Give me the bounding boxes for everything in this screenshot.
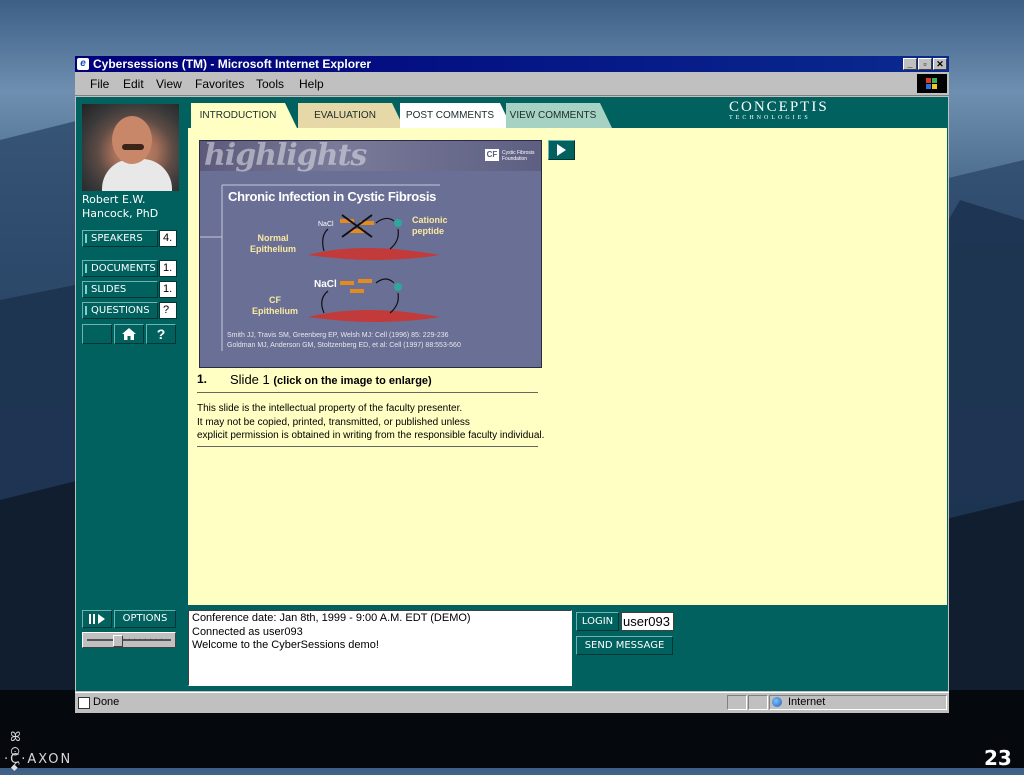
menu-favorites[interactable]: Favorites: [195, 77, 244, 91]
speakers-count: 4.: [159, 230, 177, 247]
sidebar-icon-row: ?: [82, 324, 178, 344]
questions-count: ?: [159, 302, 177, 319]
message-line: Welcome to the CyberSessions demo!: [192, 639, 379, 651]
login-button[interactable]: LOGIN: [576, 612, 619, 631]
internet-explorer-icon: e: [77, 58, 89, 70]
copyright-notice: This slide is the intellectual property …: [197, 403, 545, 441]
pause-play-button[interactable]: [82, 610, 112, 628]
divider: [197, 392, 538, 393]
globe-icon: [772, 697, 782, 707]
message-log: Conference date: Jan 8th, 1999 - 9:00 A.…: [188, 610, 572, 686]
documents-button[interactable]: DOCUMENTS: [82, 260, 158, 277]
next-slide-button[interactable]: [548, 140, 575, 160]
slide-image[interactable]: highlights CF Cystic Fibrosis Foundation: [199, 140, 542, 368]
title-bar: e Cybersessions (TM) - Microsoft Interne…: [75, 56, 949, 72]
message-line: Conference date: Jan 8th, 1999 - 9:00 A.…: [192, 612, 471, 624]
browser-window: e Cybersessions (TM) - Microsoft Interne…: [75, 56, 949, 713]
page-icon: [78, 697, 90, 709]
menu-bar: File Edit View Favorites Tools Help: [75, 73, 949, 96]
menu-tools[interactable]: Tools: [256, 77, 284, 91]
conceptis-logo: CONCEPTIS TECHNOLOGIES: [729, 99, 829, 122]
username-field[interactable]: user093: [621, 612, 674, 631]
windows-logo-icon: [917, 74, 947, 93]
slide-enlarge-hint: (click on the image to enlarge): [273, 375, 432, 387]
documents-count: 1.: [159, 260, 177, 277]
divider: [197, 446, 538, 447]
zone-text: Internet: [788, 696, 826, 708]
maximize-button[interactable]: ▫: [918, 58, 932, 70]
tab-evaluation[interactable]: EVALUATION: [298, 103, 404, 128]
slides-count: 1.: [159, 281, 177, 298]
menu-view[interactable]: View: [156, 77, 182, 91]
status-segment: [727, 695, 747, 710]
tab-introduction[interactable]: INTRODUCTION: [191, 103, 297, 128]
sidebar: Robert E.W. Hancock, PhD SPEAKERS 4. DOC…: [76, 97, 188, 605]
close-button[interactable]: ✕: [933, 58, 947, 70]
slide-caption: 1. Slide 1 (click on the image to enlarg…: [197, 372, 432, 387]
slide-references: Smith JJ, Travis SM, Greenberg EP, Welsh…: [227, 332, 461, 349]
slide-normal-label: Normal Epithelium: [250, 233, 297, 254]
slides-button[interactable]: SLIDES: [82, 281, 158, 298]
status-text: Done: [93, 696, 120, 708]
menu-file[interactable]: File: [90, 77, 109, 91]
slide-page-number: 23: [984, 746, 1012, 770]
help-icon[interactable]: ?: [146, 324, 176, 344]
options-button[interactable]: OPTIONS: [114, 610, 176, 628]
tab-bar: INTRODUCTION EVALUATION POST COMMENTS VI…: [188, 97, 947, 128]
speaker-photo: [82, 104, 179, 191]
volume-slider[interactable]: ········: [82, 632, 176, 648]
slide-nacl-small: NaCl: [318, 221, 334, 228]
send-message-button[interactable]: SEND MESSAGE: [576, 636, 673, 655]
status-bar: Done Internet: [75, 692, 949, 713]
window-title: Cybersessions (TM) - Microsoft Internet …: [93, 57, 372, 71]
slide-number: 1.: [197, 372, 208, 386]
zone-panel: Internet: [769, 695, 947, 710]
main-panel: highlights CF Cystic Fibrosis Foundation: [188, 128, 947, 605]
minimize-button[interactable]: _: [903, 58, 917, 70]
slide-cationic-label: Cationic peptide: [412, 215, 448, 236]
slide-caption-title: Slide 1: [230, 372, 270, 387]
tab-post-comments[interactable]: POST COMMENTS: [400, 103, 512, 128]
message-line: Connected as user093: [192, 625, 303, 638]
slide-title: Chronic Infection in Cystic Fibrosis: [228, 189, 437, 204]
speakers-button[interactable]: SPEAKERS: [82, 230, 158, 247]
blank-button[interactable]: [82, 324, 112, 344]
slider-knob[interactable]: [113, 635, 123, 647]
status-segment: [748, 695, 768, 710]
slide-cf-label: CF Epithelium: [252, 295, 299, 316]
slide-nacl-large: NaCl: [314, 279, 337, 290]
questions-button[interactable]: QUESTIONS: [82, 302, 158, 319]
bottom-controls: OPTIONS ········ Conference date: Jan 8t…: [76, 605, 948, 691]
home-icon[interactable]: [114, 324, 144, 344]
tab-view-comments[interactable]: VIEW COMMENTS: [506, 103, 612, 128]
menu-help[interactable]: Help: [299, 77, 324, 91]
page-content: Robert E.W. Hancock, PhD SPEAKERS 4. DOC…: [76, 97, 948, 691]
menu-edit[interactable]: Edit: [123, 77, 144, 91]
speaker-name: Robert E.W. Hancock, PhD: [82, 193, 159, 220]
